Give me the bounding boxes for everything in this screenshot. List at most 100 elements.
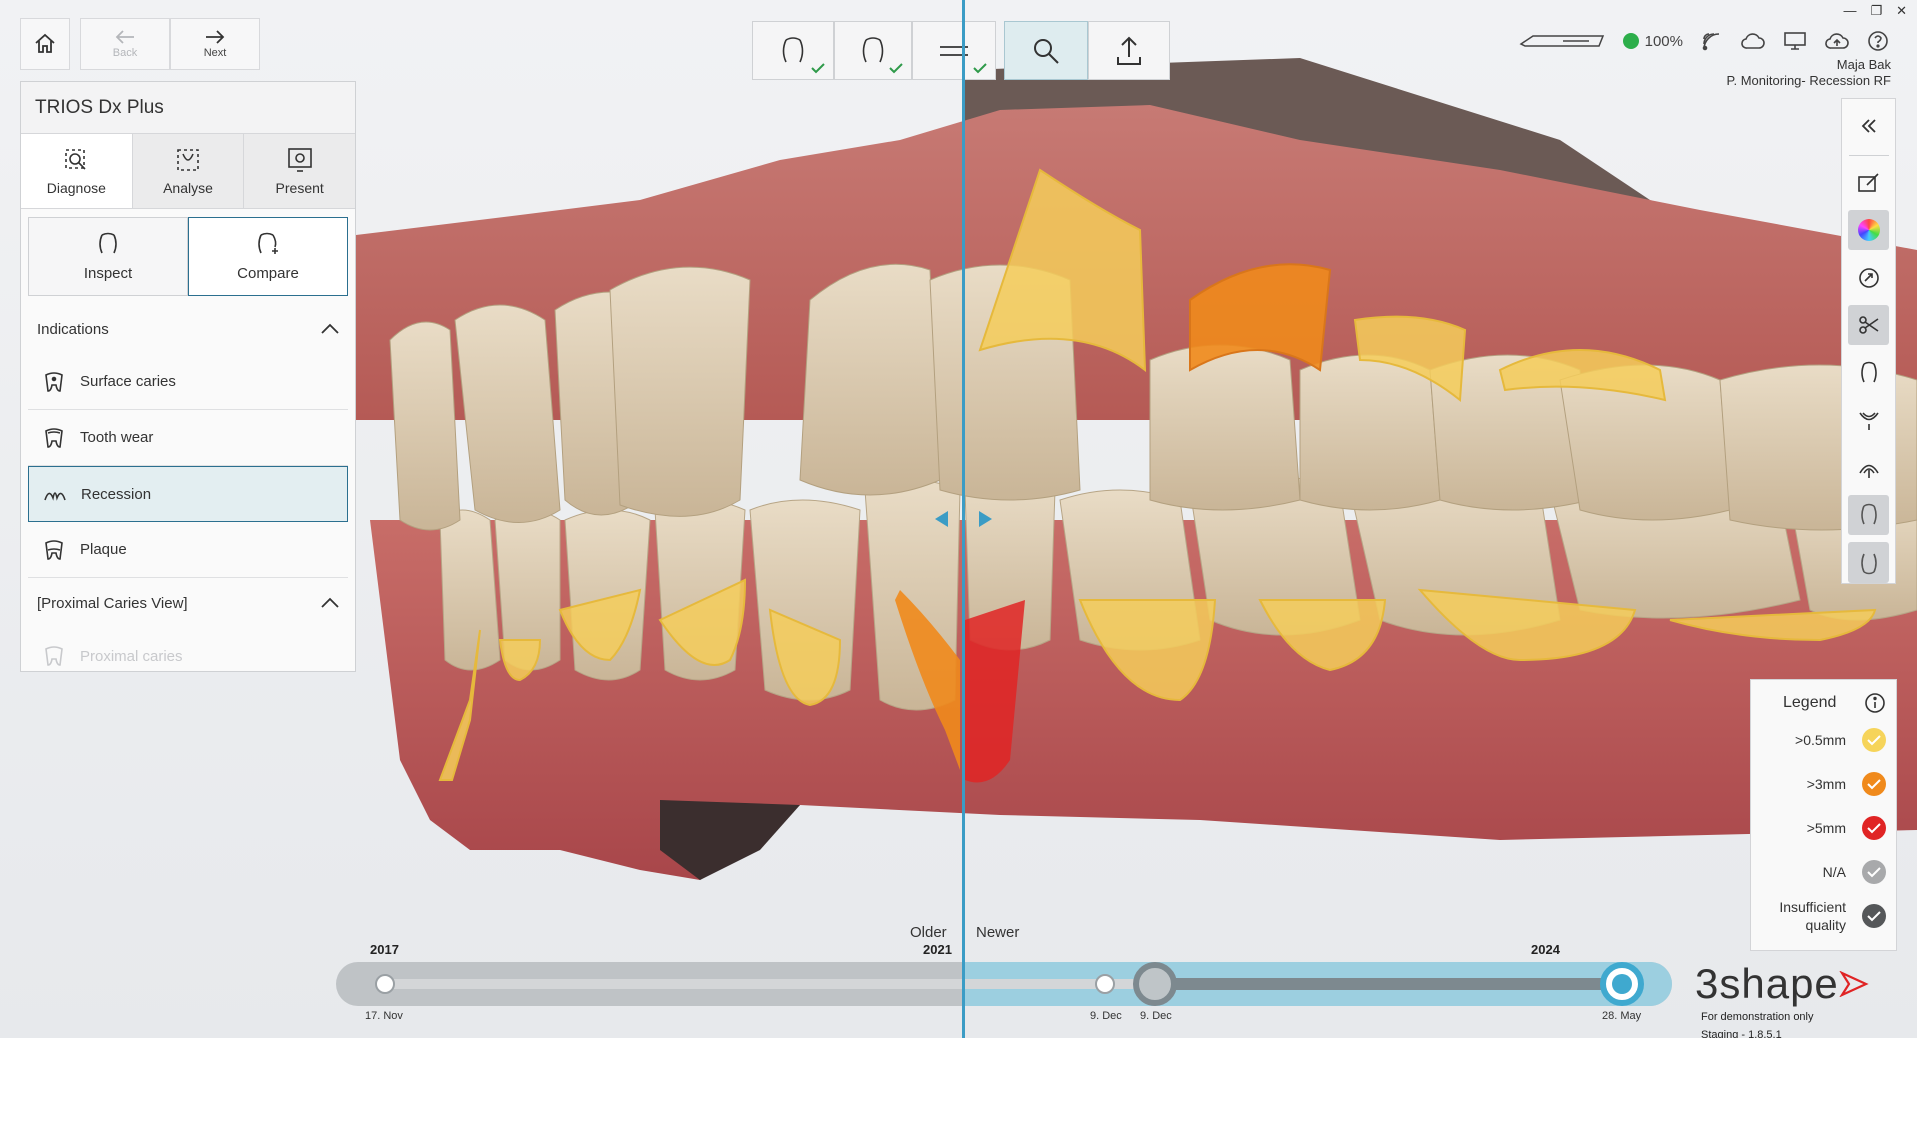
timeline-older-handle[interactable]: [1133, 962, 1177, 1006]
arrow-left-icon: [115, 30, 134, 44]
texture-button[interactable]: [1848, 257, 1889, 298]
wifi-icon[interactable]: [1701, 31, 1723, 51]
bite-icon: [940, 45, 968, 56]
scissors-icon: [1858, 316, 1878, 335]
recession-icon: [43, 482, 67, 506]
double-chevron-left-icon: [1861, 119, 1876, 133]
check-icon: [1862, 816, 1886, 840]
tab-diagnose[interactable]: Diagnose: [21, 134, 133, 208]
tools-panel: TRIOS Dx Plus Diagnose Analyse Present I…: [20, 81, 356, 672]
tab-present-label: Present: [275, 180, 324, 196]
restore-icon[interactable]: ❐: [1870, 3, 1882, 19]
arch-upper-icon: [1860, 503, 1877, 525]
case-name: P. Monitoring- Recession RF: [1726, 73, 1892, 88]
plaque-icon: [42, 538, 66, 562]
indication-tooth-wear[interactable]: Tooth wear: [28, 410, 348, 466]
lower-jaw-button[interactable]: [1848, 400, 1889, 441]
step-analyze[interactable]: [1004, 21, 1088, 80]
arch-lower-icon: [1860, 553, 1877, 575]
legend-row: N/A: [1761, 850, 1886, 894]
step-export[interactable]: [1088, 21, 1170, 80]
timeline-newer-handle[interactable]: [1600, 962, 1644, 1006]
legend-title: Legend: [1783, 694, 1837, 711]
tooth-wear-icon: [42, 426, 66, 450]
compare-icon: [258, 232, 278, 254]
legend-label: >3mm: [1806, 776, 1846, 792]
timeline-scan-marker[interactable]: [1095, 974, 1115, 994]
panel-title: TRIOS Dx Plus: [21, 82, 355, 134]
edit-note-icon: [1857, 173, 1879, 192]
trim-button[interactable]: [1848, 304, 1889, 346]
user-name: Maja Bak: [1836, 57, 1891, 72]
monitor-icon[interactable]: [1783, 31, 1807, 51]
window-controls: — ❐ ✕: [1843, 3, 1907, 19]
compare-split-line[interactable]: [962, 0, 965, 1038]
upper-jaw-button[interactable]: [1848, 352, 1889, 393]
check-icon: [811, 63, 825, 74]
brand-watermark: 3shape For demonstration only Staging - …: [1695, 960, 1895, 1038]
app-window: Back Next TRIOS Dx Plus Diagnose Analyse: [0, 0, 1917, 1038]
indication-label: Surface caries: [80, 373, 176, 390]
back-label: Back: [112, 47, 138, 59]
arch-upper-icon: [782, 36, 804, 62]
arch-lower-icon: [862, 36, 884, 62]
battery-percentage: 100%: [1644, 32, 1683, 50]
mode-tabs: Diagnose Analyse Present: [21, 134, 356, 209]
annotate-button[interactable]: [1848, 162, 1889, 203]
collapse-button[interactable]: [1848, 106, 1889, 147]
indication-surface-caries[interactable]: Surface caries: [28, 354, 348, 410]
status-bar: 100%: [1519, 30, 1889, 52]
upload-icon: [1117, 36, 1141, 65]
split-arrow-right-icon[interactable]: [979, 511, 992, 527]
color-button[interactable]: [1848, 209, 1889, 251]
cloud-upload-icon[interactable]: [1825, 31, 1849, 51]
step-scan-lower[interactable]: [834, 21, 912, 80]
chevron-up-icon: [321, 597, 339, 608]
legend-header: Legend: [1761, 688, 1886, 718]
legend-row: >0.5mm: [1761, 718, 1886, 762]
home-button[interactable]: [20, 18, 70, 70]
inspect-label: Inspect: [83, 265, 133, 282]
open-bite-button[interactable]: [1848, 447, 1889, 488]
analyse-icon: [177, 149, 199, 171]
legend-label: N/A: [1822, 864, 1846, 880]
close-icon[interactable]: ✕: [1896, 3, 1907, 19]
compare-button[interactable]: Compare: [188, 217, 348, 296]
arch-upper-icon: [1860, 361, 1877, 383]
help-icon[interactable]: [1867, 30, 1889, 52]
indication-plaque[interactable]: Plaque: [28, 522, 348, 578]
timeline-year: 2024: [1531, 942, 1560, 957]
cloud-sync-icon[interactable]: [1741, 32, 1765, 50]
back-button[interactable]: Back: [80, 18, 170, 70]
indication-recession[interactable]: Recession: [28, 466, 348, 522]
compare-upper-button[interactable]: [1848, 494, 1889, 536]
connection-status-dot: [1622, 33, 1639, 49]
proximal-header[interactable]: [Proximal Caries View]: [21, 578, 355, 628]
texture-icon: [1858, 267, 1879, 288]
indication-label: Plaque: [80, 541, 127, 558]
timeline-year: 2021: [923, 942, 952, 957]
step-bite[interactable]: [912, 21, 996, 80]
timeline-scan-marker[interactable]: [375, 974, 395, 994]
magnifier-icon: [1034, 38, 1059, 64]
arch-open-icon: [1858, 464, 1879, 478]
split-arrow-left-icon[interactable]: [935, 511, 948, 527]
timeline-year: 2017: [370, 942, 399, 957]
inspect-button[interactable]: Inspect: [28, 217, 188, 296]
newer-label: Newer: [976, 924, 1020, 941]
next-button[interactable]: Next: [170, 18, 260, 70]
tab-present[interactable]: Present: [244, 134, 356, 208]
check-icon: [889, 63, 903, 74]
home-icon: [35, 33, 55, 53]
step-scan-upper[interactable]: [752, 21, 834, 80]
compare-lower-button[interactable]: [1848, 542, 1889, 583]
proximal-title: [Proximal Caries View]: [37, 594, 188, 612]
timeline-date: 9. Dec: [1140, 1010, 1172, 1022]
info-icon[interactable]: [1864, 692, 1886, 714]
arch-lower-icon: [1858, 412, 1879, 431]
tab-analyse[interactable]: Analyse: [132, 134, 245, 208]
timeline-date: 9. Dec: [1090, 1010, 1122, 1022]
indications-header[interactable]: Indications: [21, 304, 355, 354]
minimize-icon[interactable]: —: [1843, 3, 1856, 19]
present-icon: [287, 148, 312, 172]
